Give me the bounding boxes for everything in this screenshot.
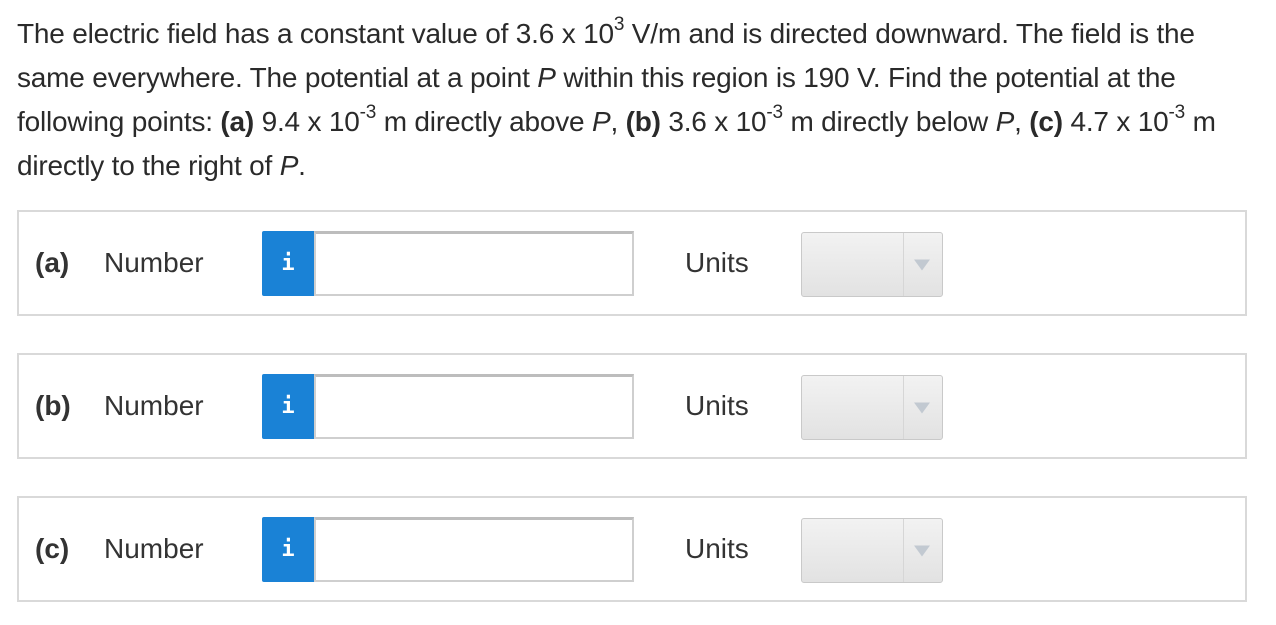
answer-row-c: (c) Number i Units: [17, 496, 1247, 602]
question-segment: The electric field has a constant value …: [17, 18, 614, 49]
answer-row-a: (a) Number i Units: [17, 210, 1247, 316]
number-label: Number: [104, 247, 204, 278]
question-segment: .: [298, 150, 306, 181]
units-label: Units: [685, 247, 749, 278]
number-input-b[interactable]: [314, 374, 634, 439]
question-text: The electric field has a constant value …: [17, 12, 1257, 188]
question-segment: 9.4 x 10: [254, 106, 360, 137]
part-b-ref: (b): [625, 106, 661, 137]
select-divider: [903, 519, 904, 582]
chevron-down-icon: [914, 545, 930, 556]
exponent: 3: [613, 14, 625, 35]
question-segment: ,: [610, 106, 626, 137]
info-icon[interactable]: i: [262, 231, 314, 296]
units-select-b[interactable]: [801, 375, 943, 440]
question-segment: 4.7 x 10: [1062, 106, 1169, 137]
part-label: (a): [35, 247, 70, 278]
units-select-c[interactable]: [801, 518, 943, 583]
part-label: (b): [35, 390, 71, 421]
select-divider: [903, 376, 904, 439]
question-segment: 3.6 x 10: [660, 106, 767, 137]
question-segment: m directly below: [782, 106, 996, 137]
question-segment: m directly above: [376, 106, 592, 137]
part-c-ref: (c): [1029, 106, 1063, 137]
variable-p: P: [537, 62, 556, 93]
variable-p: P: [591, 106, 611, 137]
number-label: Number: [104, 533, 204, 564]
number-input-c[interactable]: [314, 517, 634, 582]
number-input-a[interactable]: [314, 231, 634, 296]
info-icon[interactable]: i: [262, 517, 314, 582]
variable-p: P: [995, 106, 1015, 137]
exponent: -3: [766, 102, 783, 123]
exponent: -3: [359, 102, 377, 123]
info-icon[interactable]: i: [262, 374, 314, 439]
part-a-ref: (a): [220, 106, 255, 137]
select-divider: [903, 233, 904, 296]
chevron-down-icon: [914, 402, 930, 413]
units-label: Units: [685, 390, 749, 421]
exponent: -3: [1168, 102, 1185, 123]
units-label: Units: [685, 533, 749, 564]
variable-p: P: [279, 150, 299, 181]
units-select-a[interactable]: [801, 232, 943, 297]
number-label: Number: [104, 390, 204, 421]
chevron-down-icon: [914, 259, 930, 270]
answer-row-b: (b) Number i Units: [17, 353, 1247, 459]
question-segment: ,: [1014, 106, 1030, 137]
part-label: (c): [35, 533, 70, 564]
